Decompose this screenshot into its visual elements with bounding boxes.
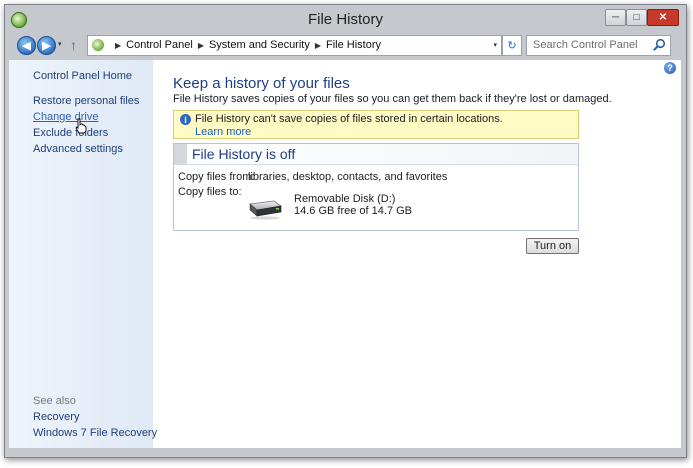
see-also-heading: See also	[33, 395, 76, 407]
minimize-button[interactable]: ─	[605, 9, 626, 26]
copy-from-value: libraries, desktop, contacts, and favori…	[248, 171, 448, 183]
breadcrumb-control-panel[interactable]: Control Panel	[126, 39, 193, 51]
status-panel-header: File History is off	[174, 144, 578, 165]
breadcrumb-separator[interactable]: ▶	[198, 41, 204, 50]
hand-cursor-icon	[75, 118, 87, 134]
search-icon[interactable]	[652, 38, 666, 52]
content-area: Control Panel Home Restore personal file…	[9, 60, 681, 448]
status-panel: File History is off Copy files from: lib…	[173, 143, 579, 231]
drive-name: Removable Disk (D:)	[294, 193, 396, 205]
info-message: File History can't save copies of files …	[195, 113, 503, 125]
windows-7-file-recovery-link[interactable]: Windows 7 File Recovery	[33, 427, 157, 439]
refresh-button[interactable]: ↻	[502, 35, 522, 56]
breadcrumb-file-history[interactable]: File History	[326, 39, 381, 51]
main-panel: ? Keep a history of your files File Hist…	[153, 60, 681, 448]
status-title: File History is off	[192, 146, 296, 162]
up-button[interactable]: ↑	[70, 37, 77, 53]
close-button[interactable]: ✕	[647, 9, 679, 26]
turn-on-button[interactable]: Turn on	[526, 238, 579, 254]
info-icon: i	[180, 114, 191, 125]
recent-pages-dropdown[interactable]: ▾	[58, 40, 62, 48]
address-dropdown-button[interactable]: ▾	[493, 41, 497, 49]
breadcrumb-separator[interactable]: ▶	[115, 41, 121, 50]
search-box[interactable]: Search Control Panel	[526, 35, 671, 56]
removable-drive-icon	[249, 200, 282, 220]
exclude-folders-link[interactable]: Exclude folders	[33, 127, 108, 139]
advanced-settings-link[interactable]: Advanced settings	[33, 143, 123, 155]
back-button[interactable]: ◀	[17, 36, 36, 55]
control-panel-icon	[92, 39, 104, 51]
copy-from-label: Copy files from:	[178, 171, 255, 183]
drive-free-space: 14.6 GB free of 14.7 GB	[294, 205, 413, 217]
breadcrumb-separator[interactable]: ▶	[315, 41, 321, 50]
left-task-pane: Control Panel Home Restore personal file…	[9, 60, 157, 448]
status-indicator	[174, 144, 187, 164]
info-bar: i File History can't save copies of file…	[173, 110, 579, 139]
title-bar[interactable]: File History ─ □ ✕	[5, 5, 686, 33]
address-bar[interactable]: ▶ Control Panel ▶ System and Security ▶ …	[87, 35, 502, 56]
breadcrumb-system-and-security[interactable]: System and Security	[209, 39, 310, 51]
change-drive-link[interactable]: Change drive	[33, 111, 98, 123]
file-history-window: File History ─ □ ✕ ◀ ▶ ▾ ↑ ▶ Control Pan…	[4, 4, 687, 458]
search-input[interactable]: Search Control Panel	[533, 39, 638, 51]
window-title: File History	[307, 11, 383, 28]
copy-to-label: Copy files to:	[178, 186, 242, 198]
restore-personal-files-link[interactable]: Restore personal files	[33, 95, 139, 107]
maximize-button[interactable]: □	[626, 9, 647, 26]
recovery-link[interactable]: Recovery	[33, 411, 79, 423]
page-description: File History saves copies of your files …	[173, 93, 612, 105]
learn-more-link[interactable]: Learn more	[195, 126, 251, 138]
help-icon[interactable]: ?	[664, 62, 676, 74]
page-title: Keep a history of your files	[173, 75, 350, 92]
control-panel-home-link[interactable]: Control Panel Home	[33, 70, 132, 82]
forward-button[interactable]: ▶	[37, 36, 56, 55]
navigation-bar: ◀ ▶ ▾ ↑ ▶ Control Panel ▶ System and Sec…	[5, 33, 686, 57]
breadcrumb: ▶ Control Panel ▶ System and Security ▶ …	[110, 39, 381, 51]
